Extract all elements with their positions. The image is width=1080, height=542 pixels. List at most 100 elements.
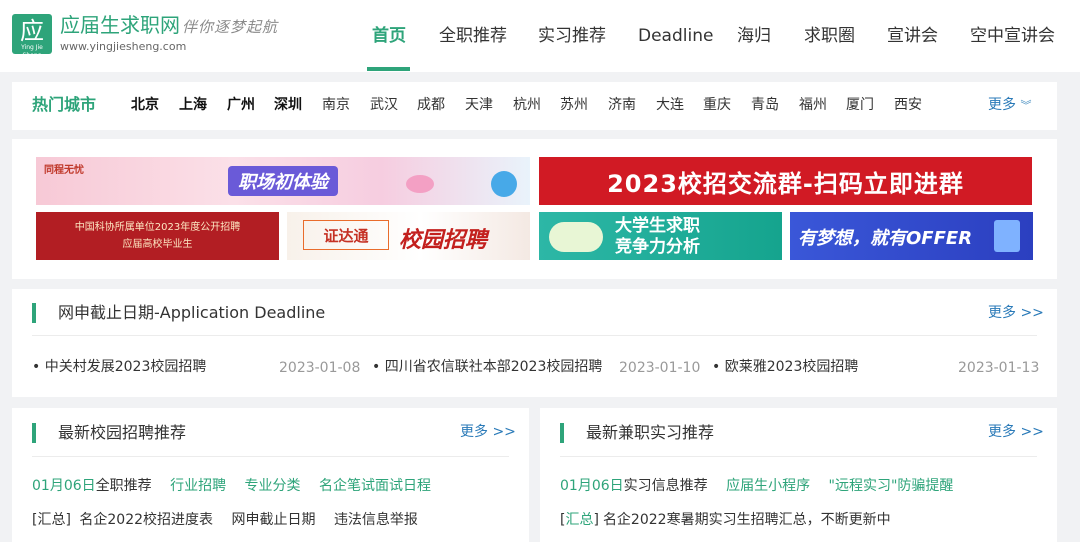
- nav-online-presentations[interactable]: 空中宣讲会: [970, 24, 1055, 48]
- intern-date-link[interactable]: 01月06日实习信息推荐: [560, 478, 708, 494]
- campus-summary-row: [汇总] 名企2022校招进度表 网申截止日期 违法信息举报: [32, 510, 432, 530]
- report-link[interactable]: 违法信息举报: [334, 512, 418, 528]
- cities-more-label: 更多: [988, 97, 1016, 113]
- nav-presentations[interactable]: 宣讲会: [887, 24, 938, 48]
- city-link[interactable]: 重庆: [703, 95, 731, 115]
- megaphone-decoration: [491, 171, 517, 197]
- summary-tag: 汇总: [565, 512, 594, 528]
- city-link[interactable]: 广州: [227, 95, 255, 115]
- city-link[interactable]: 上海: [179, 95, 207, 115]
- campus-more-link[interactable]: 更多 >>: [460, 422, 516, 442]
- nav-fulltime[interactable]: 全职推荐: [439, 24, 507, 48]
- head-label: 全职推荐: [95, 478, 152, 494]
- banner-competitiveness[interactable]: 大学生求职 竞争力分析: [539, 212, 782, 260]
- city-link[interactable]: 杭州: [513, 95, 541, 115]
- mini-program-link[interactable]: 应届生小程序: [726, 478, 810, 494]
- city-link[interactable]: 西安: [894, 95, 922, 115]
- banner-corp-label: 同程无忧: [44, 165, 84, 176]
- city-link[interactable]: 天津: [465, 95, 493, 115]
- deadline-more-link[interactable]: 更多 >>: [988, 303, 1044, 323]
- banner-title: 职场初体验: [228, 166, 338, 196]
- nav-home[interactable]: 首页: [372, 24, 406, 48]
- city-link[interactable]: 苏州: [560, 95, 588, 115]
- site-name[interactable]: 应届生求职网: [60, 13, 180, 37]
- site-logo[interactable]: 应 Ying Jie Sheng: [12, 14, 52, 59]
- logo-glyph: 应: [20, 17, 44, 45]
- deadline-title: 网申截止日期-Application Deadline: [58, 303, 326, 322]
- summary-tag: [汇总]: [32, 512, 71, 528]
- remote-intern-warning-link[interactable]: "远程实习"防骗提醒: [829, 478, 954, 494]
- city-link[interactable]: 青岛: [751, 95, 779, 115]
- tag-bracket: ]: [593, 512, 599, 528]
- banner-line: 竞争力分析: [615, 237, 700, 257]
- date-label: 01月06日: [560, 478, 624, 494]
- deadline-link[interactable]: 网申截止日期: [231, 512, 315, 528]
- city-link[interactable]: 深圳: [274, 95, 302, 115]
- panel-divider: [32, 456, 509, 457]
- deadline-item-name: 欧莱雅2023校园招聘: [724, 359, 859, 375]
- banner-title: 有梦想，就有OFFER: [798, 228, 973, 249]
- city-link[interactable]: 大连: [656, 95, 684, 115]
- major-link[interactable]: 专业分类: [245, 478, 301, 494]
- planet-decoration: [406, 175, 434, 193]
- cities-more-link[interactable]: 更多 ︾: [988, 95, 1031, 116]
- campus-title: 最新校园招聘推荐: [58, 423, 187, 442]
- section-accent-bar: [32, 423, 36, 443]
- document-icon: [994, 220, 1020, 252]
- nav-job-circle[interactable]: 求职圈: [804, 24, 855, 48]
- banner-title: 2023校招交流群-扫码立即进群: [607, 169, 964, 198]
- banner-line: 大学生求职: [615, 216, 700, 236]
- internship-panel: 最新兼职实习推荐 更多 >> 01月06日实习信息推荐 应届生小程序 "远程实习…: [540, 408, 1057, 542]
- intern-summary-row[interactable]: [汇总] 名企2022寒暑期实习生招聘汇总，不断更新中: [560, 510, 905, 530]
- city-link[interactable]: 南京: [322, 95, 350, 115]
- cloud-icon: [549, 222, 603, 252]
- hot-cities-title: 热门城市: [32, 95, 97, 114]
- deadline-date: 2023-01-10: [619, 360, 701, 376]
- deadline-date: 2023-01-08: [279, 360, 361, 376]
- deadline-date: 2023-01-13: [958, 360, 1040, 376]
- banner-title: 校园招聘: [399, 228, 488, 253]
- logo-mini-text: Ying Jie Sheng: [21, 44, 43, 59]
- deadline-panel: 网申截止日期-Application Deadline 更多 >> • 中关村发…: [12, 289, 1057, 397]
- progress-table-link[interactable]: 名企2022校招进度表: [79, 512, 213, 528]
- industry-link[interactable]: 行业招聘: [170, 478, 226, 494]
- deadline-item-name: 四川省农信联社本部2023校园招聘: [384, 359, 603, 375]
- panel-divider: [560, 456, 1037, 457]
- banner-career-experience[interactable]: 同程无忧 职场初体验: [36, 157, 530, 205]
- date-label: 01月06日: [32, 478, 96, 494]
- campus-date-link[interactable]: 01月06日全职推荐: [32, 478, 152, 494]
- city-link[interactable]: 厦门: [846, 95, 874, 115]
- site-url: www.yingjiesheng.com: [60, 40, 187, 53]
- banner-group-join[interactable]: 2023校招交流群-扫码立即进群: [539, 157, 1032, 205]
- city-link[interactable]: 北京: [131, 95, 159, 115]
- deadline-item[interactable]: • 中关村发展2023校园招聘: [32, 357, 206, 377]
- deadline-item[interactable]: • 四川省农信联社本部2023校园招聘: [372, 357, 602, 377]
- intern-link-row: 01月06日实习信息推荐 应届生小程序 "远程实习"防骗提醒: [560, 476, 967, 496]
- nav-deadline[interactable]: Deadline: [638, 24, 713, 48]
- deadline-item[interactable]: • 欧莱雅2023校园招聘: [712, 357, 858, 377]
- city-link[interactable]: 济南: [608, 95, 636, 115]
- intern-more-link[interactable]: 更多 >>: [988, 422, 1044, 442]
- banner-offer[interactable]: 有梦想，就有OFFER: [790, 212, 1033, 260]
- banner-grid: 同程无忧 职场初体验 2023校招交流群-扫码立即进群 中国科协所属单位2023…: [12, 139, 1057, 279]
- section-accent-bar: [560, 423, 564, 443]
- chevron-down-icon: ︾: [1020, 99, 1032, 112]
- banner-line: 应届高校毕业生: [122, 238, 193, 250]
- active-nav-indicator: [367, 67, 410, 71]
- nav-internship[interactable]: 实习推荐: [538, 24, 606, 48]
- panel-divider: [32, 335, 1037, 336]
- nav-overseas[interactable]: 海归: [737, 24, 771, 48]
- summary-text: 名企2022寒暑期实习生招聘汇总，不断更新中: [602, 512, 891, 528]
- banner-zenitera[interactable]: 证达通 校园招聘: [287, 212, 530, 260]
- city-link[interactable]: 福州: [799, 95, 827, 115]
- interview-schedule-link[interactable]: 名企笔试面试日程: [319, 478, 431, 494]
- site-header: 应 Ying Jie Sheng 应届生求职网 伴你逐梦起航 www.yingj…: [0, 0, 1080, 72]
- section-accent-bar: [32, 303, 36, 323]
- city-link[interactable]: 成都: [417, 95, 445, 115]
- city-link[interactable]: 武汉: [370, 95, 398, 115]
- banner-cast-recruit[interactable]: 中国科协所属单位2023年度公开招聘 应届高校毕业生: [36, 212, 279, 260]
- campus-recruit-panel: 最新校园招聘推荐 更多 >> 01月06日全职推荐 行业招聘 专业分类 名企笔试…: [12, 408, 529, 542]
- hot-cities-bar: 热门城市 北京 上海 广州 深圳 南京 武汉 成都 天津 杭州 苏州 济南 大连…: [12, 82, 1057, 130]
- intern-title: 最新兼职实习推荐: [586, 423, 715, 442]
- head-label: 实习信息推荐: [623, 478, 708, 494]
